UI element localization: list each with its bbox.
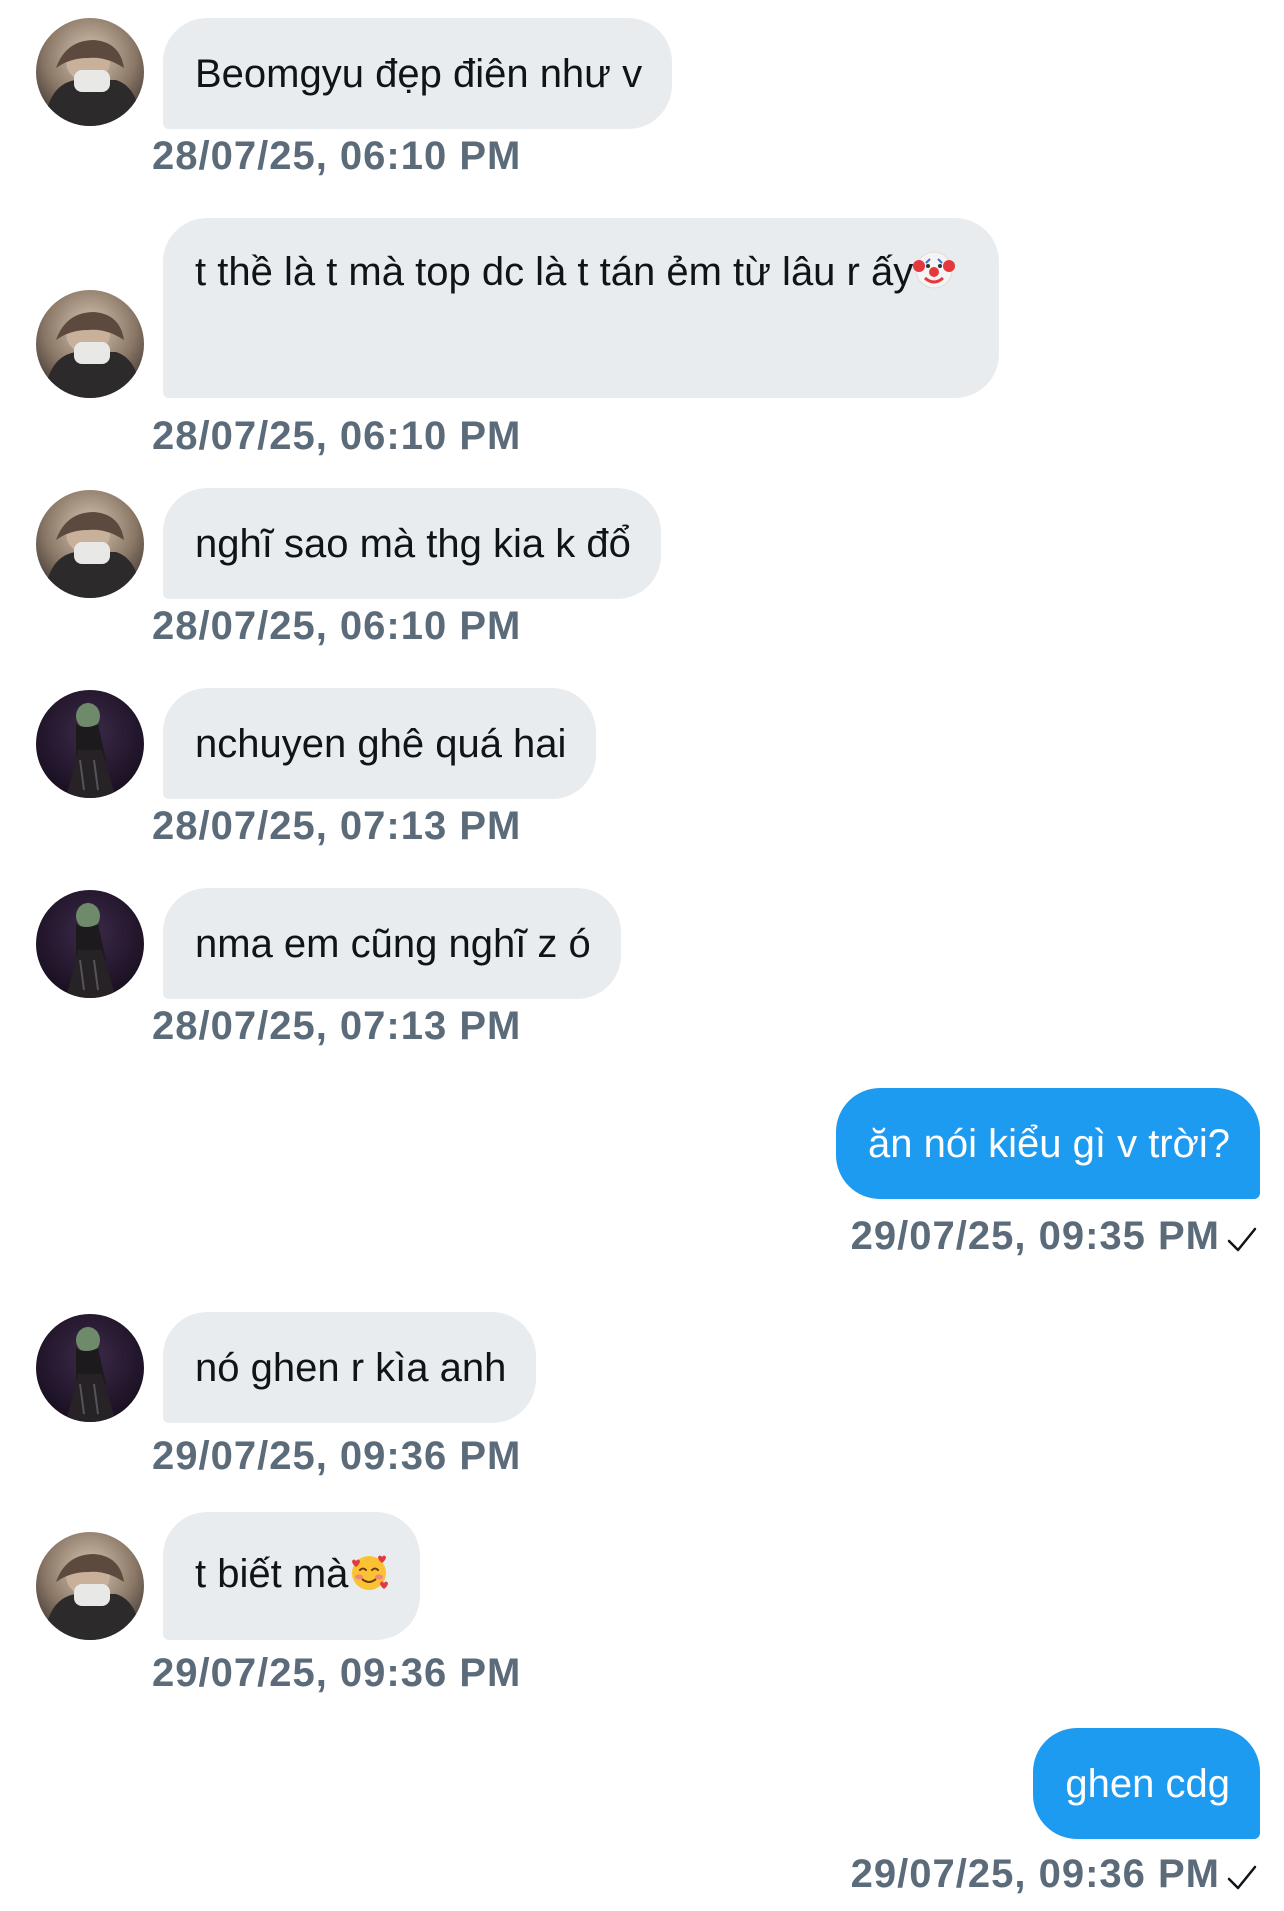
message-timestamp: 29/07/25, 09:36 PM [152,1651,522,1695]
message-bubble[interactable]: nchuyen ghê quá hai [163,688,597,799]
avatar-user-b[interactable] [36,890,144,998]
avatar-user-b[interactable] [36,1314,144,1422]
message-timestamp: 29/07/25, 09:35 PM [850,1214,1220,1258]
avatar-user-a[interactable] [36,18,144,126]
message-bubble[interactable]: t thề là t mà top dc là t tán ẻm từ lâu … [163,218,999,398]
message-bubble[interactable]: nó ghen r kìa anh [163,1312,537,1423]
clown-face-icon [913,251,956,289]
message-timestamp: 28/07/25, 07:13 PM [152,1004,522,1048]
avatar-user-a[interactable] [36,490,144,598]
message-text: ăn nói kiểu gì v trời? [868,1122,1230,1166]
message-text: nghĩ sao mà thg kia k đổ [195,522,631,566]
message-text: ghen cdg [1065,1762,1230,1806]
message-bubble[interactable]: Beomgyu đẹp điên như v [163,18,673,129]
message-bubble[interactable]: nma em cũng nghĩ z ó [163,888,621,999]
message-text: t thề là t mà top dc là t tán ẻm từ lâu … [195,250,914,294]
message-timestamp: 28/07/25, 06:10 PM [152,604,522,648]
message-text: nchuyen ghê quá hai [195,722,567,766]
message-bubble[interactable]: nghĩ sao mà thg kia k đổ [163,488,661,599]
message-text: nó ghen r kìa anh [195,1346,507,1390]
avatar-user-b[interactable] [36,690,144,798]
checkmark-icon [1227,1227,1257,1252]
message-text: t biết mà [195,1552,349,1596]
checkmark-icon [1227,1865,1257,1890]
message-bubble-outgoing[interactable]: ăn nói kiểu gì v trời? [836,1088,1260,1199]
message-text: nma em cũng nghĩ z ó [195,922,591,966]
message-text: Beomgyu đẹp điên như v [195,52,643,96]
message-timestamp: 28/07/25, 07:13 PM [152,804,522,848]
message-bubble-outgoing[interactable]: ghen cdg [1033,1728,1260,1839]
message-timestamp: 28/07/25, 06:10 PM [152,134,522,178]
avatar-user-a[interactable] [36,290,144,398]
message-timestamp: 29/07/25, 09:36 PM [850,1852,1220,1896]
message-timestamp: 28/07/25, 06:10 PM [152,414,522,458]
avatar-user-a[interactable] [36,1532,144,1640]
smiling-face-with-hearts-icon [352,1555,389,1590]
message-bubble[interactable]: t biết mà [163,1512,421,1640]
message-timestamp: 29/07/25, 09:36 PM [152,1434,522,1478]
